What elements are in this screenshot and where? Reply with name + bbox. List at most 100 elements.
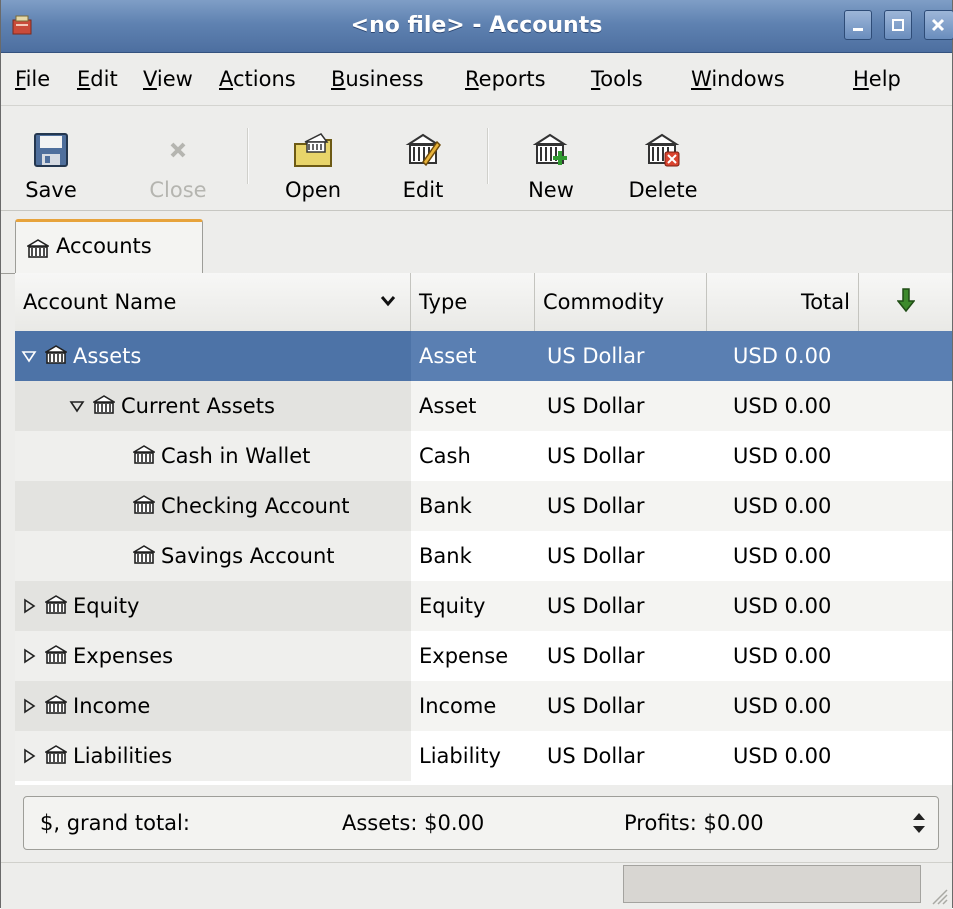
new-account-button[interactable]: New — [509, 112, 593, 208]
open-button[interactable]: Open — [263, 112, 363, 208]
account-tree[interactable]: Account Name Type Commodity Total Assets… — [15, 273, 952, 785]
open-account-icon — [294, 133, 332, 167]
menu-business[interactable]: Business — [331, 53, 424, 105]
triangle-down-icon[interactable] — [21, 348, 37, 364]
arrow-down-icon — [897, 288, 915, 313]
menu-bar: File Edit View Actions Business Reports … — [1, 53, 952, 106]
account-type: Bank — [419, 544, 472, 568]
account-row-current-assets[interactable]: Current Assets Asset US Dollar USD 0.00 — [15, 381, 952, 431]
bank-building-icon — [45, 345, 67, 364]
column-header-commodity[interactable]: Commodity — [535, 273, 707, 331]
column-header-type[interactable]: Type — [411, 273, 535, 331]
menu-view[interactable]: View — [143, 53, 193, 105]
summary-label: $, grand total: — [40, 811, 190, 835]
triangle-right-icon[interactable] — [21, 598, 37, 614]
new-label: New — [528, 178, 574, 202]
bank-building-icon — [133, 495, 155, 514]
menu-mnemonic: R — [465, 67, 479, 91]
bank-building-icon — [45, 645, 67, 664]
menu-help[interactable]: Help — [853, 53, 901, 105]
menu-reports[interactable]: Reports — [465, 53, 546, 105]
account-row-cash-in-wallet[interactable]: Cash in Wallet Cash US Dollar USD 0.00 — [15, 431, 952, 481]
triangle-right-icon[interactable] — [21, 698, 37, 714]
menu-file[interactable]: File — [15, 53, 50, 105]
close-icon — [931, 18, 945, 32]
delete-label: Delete — [628, 178, 698, 202]
new-account-icon — [533, 133, 568, 165]
delete-account-button[interactable]: Delete — [613, 112, 713, 208]
menu-mnemonic: A — [219, 67, 233, 91]
account-row-savings-account[interactable]: Savings Account Bank US Dollar USD 0.00 — [15, 531, 952, 581]
account-row-liabilities[interactable]: Liabilities Liability US Dollar USD 0.00 — [15, 731, 952, 781]
account-total: USD 0.00 — [733, 544, 832, 568]
menu-mnemonic: H — [853, 67, 869, 91]
save-button[interactable]: Save — [9, 112, 93, 208]
account-commodity: US Dollar — [547, 494, 645, 518]
account-name: Checking Account — [161, 494, 350, 518]
account-commodity: US Dollar — [547, 394, 645, 418]
grand-total-summary[interactable]: $, grand total: Assets: $0.00 Profits: $… — [23, 796, 939, 850]
account-row-expenses[interactable]: Expenses Expense US Dollar USD 0.00 — [15, 631, 952, 681]
menu-mnemonic: B — [331, 67, 346, 91]
edit-button[interactable]: Edit — [381, 112, 465, 208]
column-title: Type — [419, 290, 468, 314]
account-name: Assets — [73, 344, 142, 368]
maximize-icon — [892, 19, 904, 31]
account-commodity: US Dollar — [547, 444, 645, 468]
close-button[interactable]: Close — [123, 112, 233, 208]
triangle-right-icon[interactable] — [21, 748, 37, 764]
menu-label: iew — [156, 67, 193, 91]
close-label: Close — [149, 178, 207, 202]
menu-edit[interactable]: Edit — [77, 53, 118, 105]
minimize-button[interactable] — [844, 10, 872, 40]
resize-grip-icon[interactable] — [928, 885, 948, 905]
account-name: Income — [73, 694, 151, 718]
tree-header: Account Name Type Commodity Total — [15, 273, 952, 332]
tab-accounts[interactable]: Accounts — [15, 219, 203, 274]
account-type: Liability — [419, 744, 501, 768]
close-window-button[interactable] — [924, 10, 953, 40]
account-row-assets[interactable]: Assets Asset US Dollar USD 0.00 — [15, 331, 952, 381]
account-total: USD 0.00 — [733, 694, 832, 718]
account-name: Savings Account — [161, 544, 335, 568]
floppy-disk-icon — [34, 133, 68, 167]
account-commodity: US Dollar — [547, 744, 645, 768]
triangle-down-icon[interactable] — [69, 398, 85, 414]
triangle-right-icon[interactable] — [21, 648, 37, 664]
account-total: USD 0.00 — [733, 594, 832, 618]
bank-building-icon — [45, 695, 67, 714]
account-name: Cash in Wallet — [161, 444, 311, 468]
bank-building-icon — [93, 395, 115, 414]
menu-actions[interactable]: Actions — [219, 53, 296, 105]
menu-windows[interactable]: Windows — [691, 53, 785, 105]
account-type: Equity — [419, 594, 486, 618]
account-total: USD 0.00 — [733, 444, 832, 468]
account-type: Asset — [419, 344, 477, 368]
delete-account-icon — [645, 133, 680, 167]
account-type: Income — [419, 694, 497, 718]
menu-label: ile — [25, 67, 51, 91]
menu-label: usiness — [345, 67, 424, 91]
column-header-account-name[interactable]: Account Name — [15, 273, 411, 331]
account-type: Cash — [419, 444, 471, 468]
account-row-checking-account[interactable]: Checking Account Bank US Dollar USD 0.00 — [15, 481, 952, 531]
account-type: Expense — [419, 644, 509, 668]
menu-mnemonic: E — [77, 67, 91, 91]
account-row-income[interactable]: Income Income US Dollar USD 0.00 — [15, 681, 952, 731]
open-label: Open — [284, 178, 342, 202]
account-total: USD 0.00 — [733, 744, 832, 768]
menu-mnemonic: F — [15, 67, 26, 91]
save-label: Save — [25, 178, 77, 202]
menu-mnemonic: W — [691, 67, 712, 91]
title-bar[interactable]: <no file> - Accounts — [1, 0, 953, 53]
menu-tools[interactable]: Tools — [591, 53, 643, 105]
account-row-equity[interactable]: Equity Equity US Dollar USD 0.00 — [15, 581, 952, 631]
bank-building-icon — [133, 545, 155, 564]
account-type: Bank — [419, 494, 472, 518]
up-down-arrows-icon — [913, 813, 925, 833]
column-header-total[interactable]: Total — [707, 273, 859, 331]
toolbar-separator — [247, 128, 249, 184]
progress-bar — [623, 865, 921, 903]
maximize-button[interactable] — [884, 10, 912, 40]
account-commodity: US Dollar — [547, 594, 645, 618]
